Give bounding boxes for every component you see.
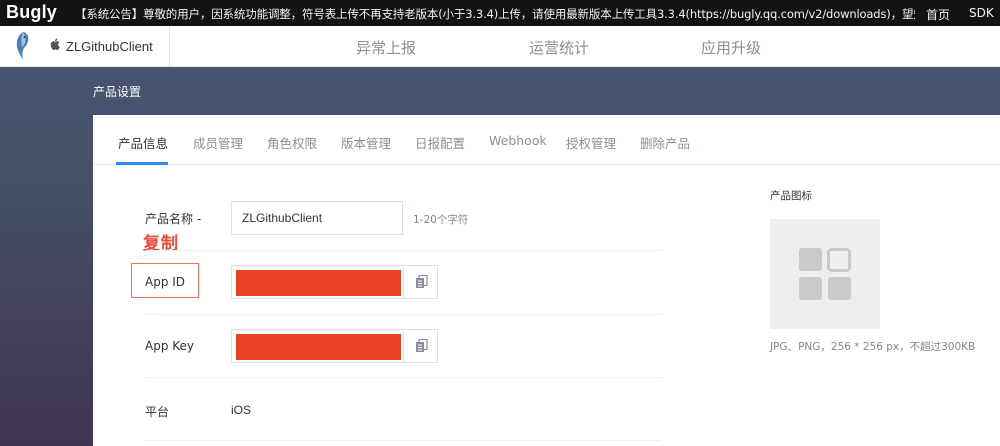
app-id-redacted-value	[236, 270, 401, 296]
nav-sdk-link[interactable]: SDK	[969, 6, 994, 20]
settings-tabs: 产品信息 成员管理 角色权限 版本管理 日报配置 Webhook 授权管理 删除…	[93, 115, 1000, 165]
active-tab-indicator	[116, 162, 168, 165]
tab-app-upgrade[interactable]: 应用升级	[701, 37, 761, 58]
bugly-logo[interactable]: Bugly	[6, 2, 57, 23]
tab-members[interactable]: 成员管理	[193, 133, 243, 152]
system-notice: 【系统公告】尊敬的用户，因系统功能调整，符号表上传不再支持老版本(小于3.3.4…	[75, 7, 915, 21]
product-name-value: ZLGithubClient	[242, 211, 323, 225]
app-key-field[interactable]	[231, 329, 438, 363]
tab-daily-report[interactable]: 日报配置	[415, 133, 465, 152]
platform-value: iOS	[231, 403, 252, 417]
row-separator	[145, 250, 662, 251]
app-id-field[interactable]	[231, 265, 438, 299]
product-icon-upload[interactable]	[770, 219, 880, 329]
bugly-bird-icon[interactable]	[12, 31, 34, 61]
tab-roles[interactable]: 角色权限	[267, 133, 317, 152]
product-name-label: 产品名称 -	[145, 212, 202, 226]
product-name-input[interactable]: ZLGithubClient	[231, 201, 403, 235]
app-id-label: App ID	[145, 275, 186, 289]
copy-app-id-button[interactable]	[403, 266, 437, 298]
settings-card: 产品信息 成员管理 角色权限 版本管理 日报配置 Webhook 授权管理 删除…	[93, 115, 1000, 446]
app-header: ZLGithubClient 异常上报 运营统计 应用升级	[0, 26, 1000, 67]
tab-product-info[interactable]: 产品信息	[118, 133, 168, 152]
copy-app-key-button[interactable]	[403, 330, 437, 362]
platform-label: 平台	[145, 405, 170, 419]
page-title: 产品设置	[93, 85, 142, 99]
tab-crash-report[interactable]: 异常上报	[356, 37, 416, 58]
copy-icon	[416, 339, 428, 352]
row-separator	[145, 377, 662, 378]
app-name[interactable]: ZLGithubClient	[66, 39, 153, 54]
apple-icon	[50, 38, 60, 50]
tab-delete-product[interactable]: 删除产品	[640, 133, 690, 152]
image-placeholder-icon	[799, 248, 851, 300]
product-icon-title: 产品图标	[770, 190, 812, 202]
copy-icon	[416, 275, 428, 288]
app-key-redacted-value	[236, 334, 401, 360]
app-key-label: App Key	[145, 339, 195, 353]
top-bar: Bugly 【系统公告】尊敬的用户，因系统功能调整，符号表上传不再支持老版本(小…	[0, 0, 1000, 26]
tab-authorization[interactable]: 授权管理	[566, 133, 616, 152]
tab-webhook[interactable]: Webhook	[489, 133, 547, 148]
nav-home-link[interactable]: 首页	[926, 6, 950, 23]
product-icon-requirements: JPG、PNG，256 * 256 px，不超过300KB	[770, 341, 976, 353]
tab-versions[interactable]: 版本管理	[341, 133, 391, 152]
tab-operation-stats[interactable]: 运营统计	[529, 37, 589, 58]
row-separator	[145, 440, 662, 441]
product-name-hint: 1-20个字符	[413, 214, 469, 226]
header-divider	[169, 26, 170, 67]
row-separator	[145, 314, 662, 315]
